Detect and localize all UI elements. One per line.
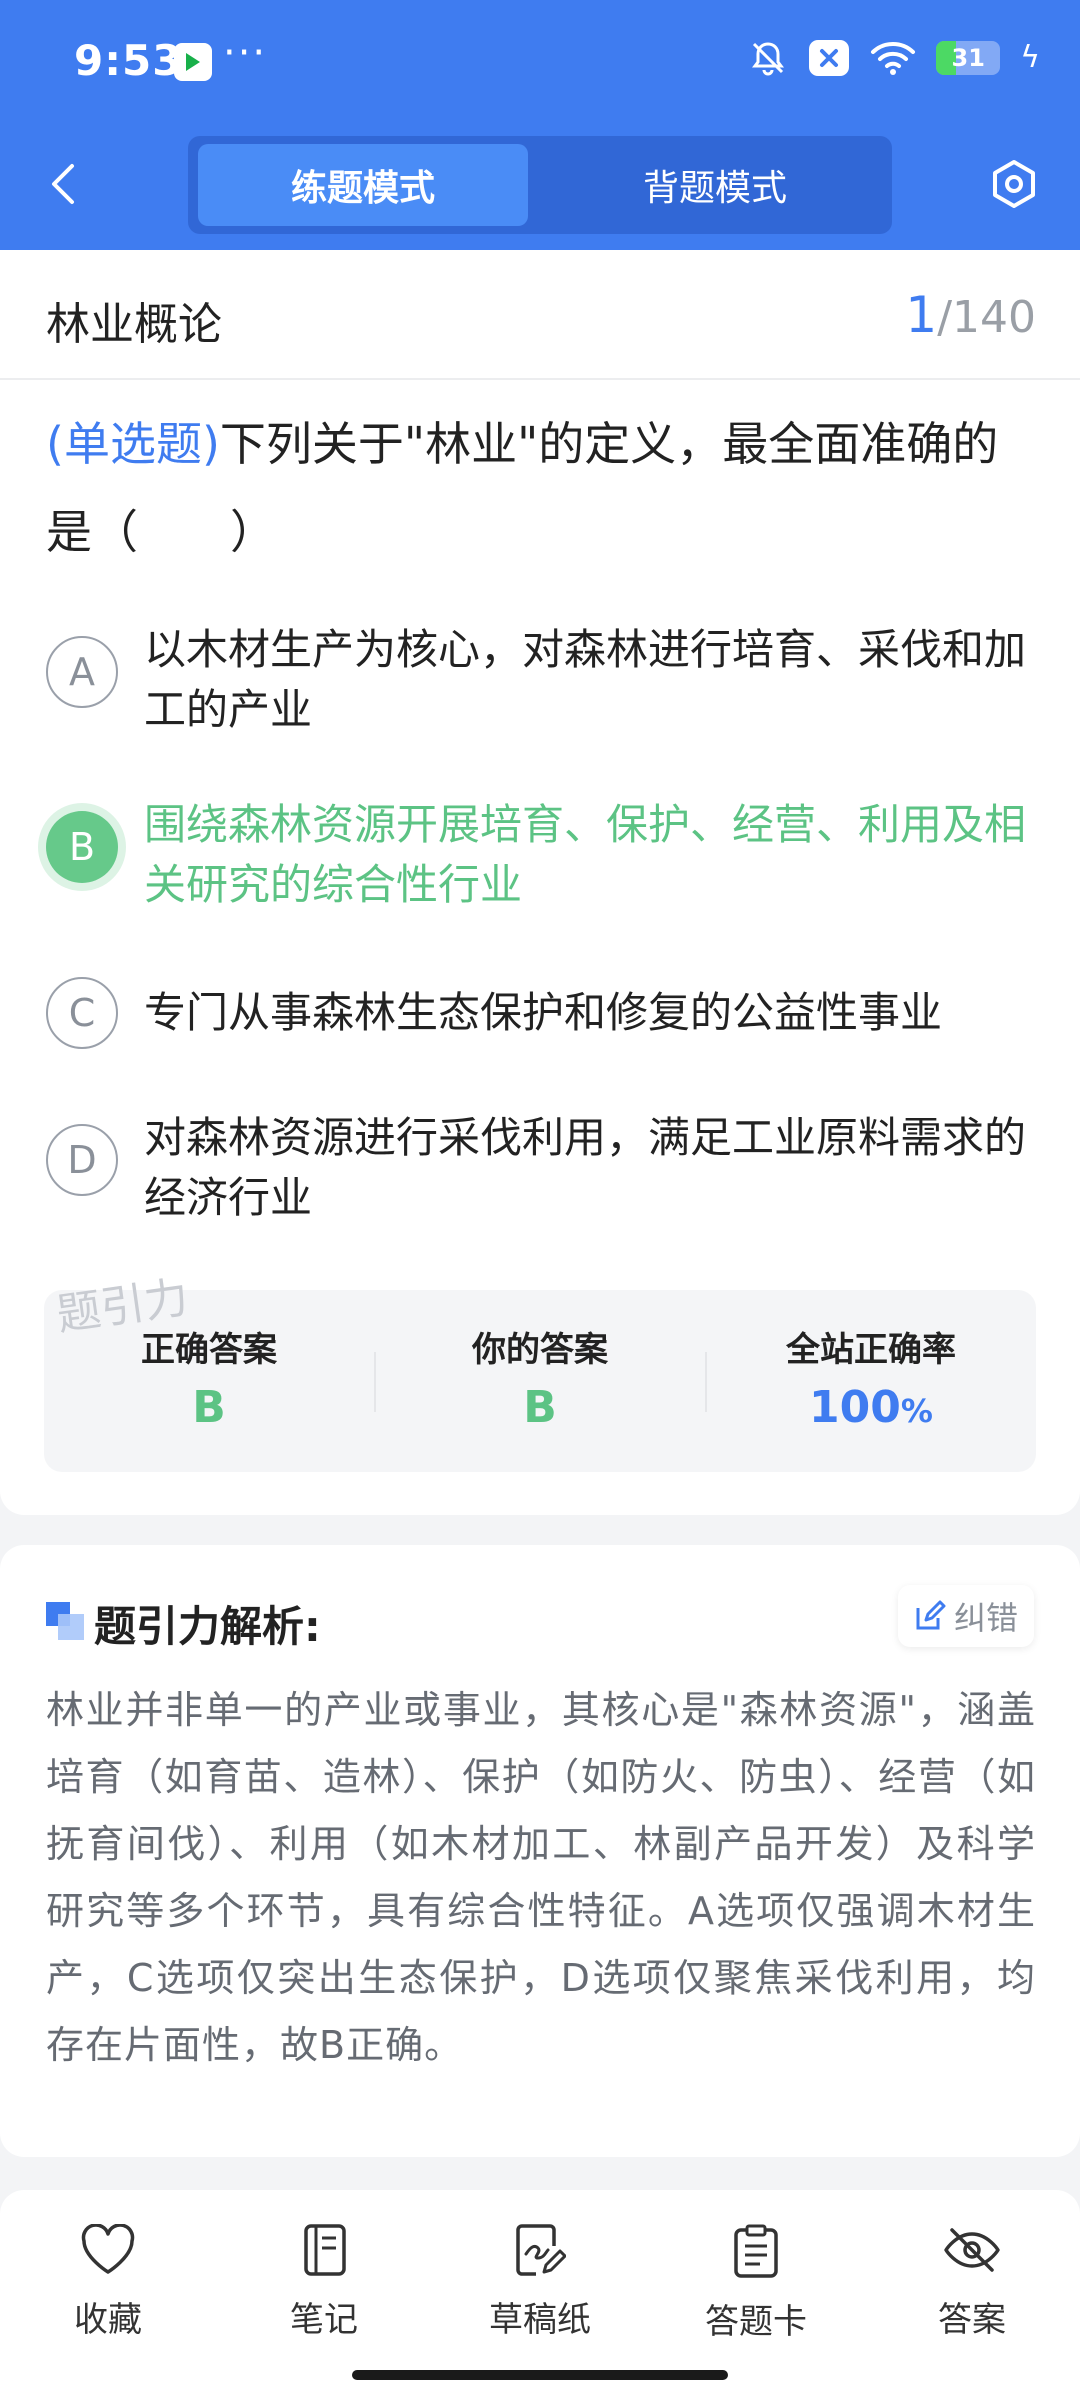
home-indicator[interactable]	[352, 2370, 728, 2380]
option-b[interactable]: B 围绕森林资源开展培育、保护、经营、利用及相关研究的综合性行业	[46, 795, 1036, 925]
site-accuracy-value: 100%	[706, 1382, 1036, 1433]
option-b-letter: B	[46, 811, 118, 883]
site-accuracy-label: 全站正确率	[786, 1330, 956, 1370]
option-c-text: 专门从事森林生态保护和修复的公益性事业	[144, 988, 943, 1037]
your-answer: 你的答案 B	[375, 1290, 705, 1472]
nav-answer-sheet[interactable]: 答题卡	[676, 2224, 836, 2343]
close-box-icon	[809, 40, 850, 76]
option-a[interactable]: A 以木材生产为核心，对森林进行培育、采伐和加工的产业	[46, 620, 1036, 750]
site-accuracy-number: 100	[809, 1382, 901, 1433]
your-answer-value: B	[523, 1382, 557, 1433]
tab-practice-mode[interactable]: 练题模式	[198, 144, 528, 226]
nav-answer[interactable]: 答案	[892, 2224, 1052, 2341]
nav-answer-label: 答案	[938, 2300, 1006, 2340]
analysis-title: 题引力解析:	[94, 1602, 321, 1651]
bell-off-icon	[752, 42, 785, 76]
subject-title: 林业概论	[46, 299, 222, 350]
more-notifications-icon: ···	[223, 30, 268, 76]
edit-icon	[916, 1600, 946, 1630]
clipboard-icon	[734, 2224, 778, 2278]
question-progress: 1/140	[905, 286, 1036, 344]
top-header: 9:53 ··· 31 ϟ 练题模式 背题模式	[0, 0, 1080, 250]
heart-icon	[81, 2224, 135, 2274]
nav-notes-label: 笔记	[290, 2300, 358, 2340]
option-b-text: 围绕森林资源开展培育、保护、经营、利用及相关研究的综合性行业	[144, 800, 1027, 909]
nav-favorite-label: 收藏	[74, 2300, 142, 2340]
site-accuracy: 全站正确率 100%	[706, 1290, 1036, 1472]
question-type: (单选题)	[46, 417, 220, 471]
answer-summary: 正确答案 B 你的答案 B 全站正确率 100%	[44, 1290, 1036, 1472]
option-d-letter: D	[46, 1124, 118, 1196]
option-d[interactable]: D 对森林资源进行采伐利用，满足工业原料需求的经济行业	[46, 1108, 1036, 1238]
correction-label: 纠错	[953, 1599, 1018, 1637]
option-c-letter: C	[46, 977, 118, 1049]
option-c[interactable]: C 专门从事森林生态保护和修复的公益性事业	[46, 975, 1036, 1055]
eye-off-icon	[944, 2228, 1000, 2272]
battery-icon: 31	[936, 41, 1001, 75]
tab-memorize-mode[interactable]: 背题模式	[550, 144, 880, 226]
your-answer-label: 你的答案	[472, 1330, 608, 1370]
analysis-squares-icon	[46, 1602, 84, 1640]
mode-switch: 练题模式 背题模式	[188, 136, 892, 234]
analysis-body: 林业并非单一的产业或事业，其核心是"森林资源"，涵盖培育（如育苗、造林）、保护（…	[46, 1688, 1036, 2067]
nav-favorite[interactable]: 收藏	[28, 2224, 188, 2341]
battery-level: 31	[951, 44, 985, 72]
nav-scratch-paper[interactable]: 草稿纸	[460, 2224, 620, 2341]
status-icons: 31 ϟ	[748, 38, 1040, 78]
nav-answer-sheet-label: 答题卡	[705, 2302, 807, 2342]
option-a-letter: A	[46, 636, 118, 708]
notebook-icon	[304, 2224, 346, 2276]
nav-notes[interactable]: 笔记	[244, 2224, 404, 2341]
charging-icon: ϟ	[1020, 40, 1040, 75]
correction-button[interactable]: 纠错	[898, 1585, 1034, 1647]
bottom-nav: 收藏 笔记 草稿纸 答题卡 答案	[0, 2190, 1080, 2400]
status-bar: 9:53 ··· 31 ϟ	[0, 0, 1080, 125]
settings-button[interactable]	[988, 158, 1040, 210]
app-notification-icon	[174, 43, 212, 81]
current-question-number: 1	[905, 286, 938, 344]
subject-row: 林业概论 1/140	[0, 250, 1080, 380]
option-d-text: 对森林资源进行采伐利用，满足工业原料需求的经济行业	[144, 1113, 1027, 1222]
question-stem: (单选题)下列关于"林业"的定义，最全面准确的是（ ）	[46, 400, 1036, 576]
site-accuracy-unit: %	[900, 1392, 933, 1430]
status-time: 9:53	[74, 36, 183, 85]
analysis-card: 题引力解析: 纠错 林业并非单一的产业或事业，其核心是"森林资源"，涵盖培育（如…	[0, 1545, 1080, 2157]
nav-scratch-paper-label: 草稿纸	[489, 2300, 591, 2340]
total-questions: /140	[937, 292, 1036, 343]
back-button[interactable]	[44, 160, 84, 208]
question-card: 林业概论 1/140 (单选题)下列关于"林业"的定义，最全面准确的是（ ） A…	[0, 250, 1080, 1515]
scratch-paper-icon	[516, 2224, 566, 2276]
wifi-icon	[871, 42, 916, 75]
correct-answer-value: B	[192, 1382, 226, 1433]
option-a-text: 以木材生产为核心，对森林进行培育、采伐和加工的产业	[144, 625, 1027, 734]
